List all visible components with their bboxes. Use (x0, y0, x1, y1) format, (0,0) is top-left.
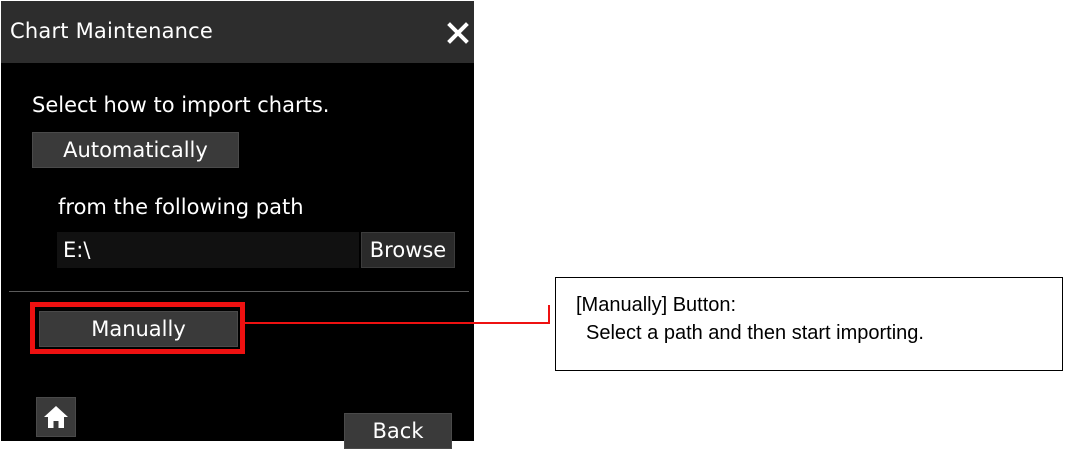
automatically-button[interactable]: Automatically (32, 132, 239, 168)
title-bar: Chart Maintenance (1, 1, 474, 63)
home-icon (44, 406, 68, 428)
callout-description: Select a path and then start importing. (586, 322, 924, 344)
callout-box: [Manually] Button: Select a path and the… (555, 277, 1063, 371)
callout-title: [Manually] Button: (576, 294, 737, 316)
browse-button[interactable]: Browse (361, 232, 455, 268)
callout-connector-tick (548, 305, 550, 324)
separator (9, 291, 469, 292)
path-label: from the following path (58, 195, 304, 219)
close-icon (447, 22, 469, 44)
close-button[interactable] (444, 17, 472, 49)
manually-highlight-box (30, 302, 245, 354)
callout-connector-line (245, 322, 549, 324)
import-prompt: Select how to import charts. (32, 93, 330, 117)
chart-maintenance-dialog: Chart Maintenance Select how to import c… (1, 1, 474, 449)
home-button[interactable] (36, 397, 76, 437)
back-button[interactable]: Back (344, 413, 452, 449)
dialog-title: Chart Maintenance (10, 19, 214, 43)
path-input[interactable] (57, 232, 359, 268)
